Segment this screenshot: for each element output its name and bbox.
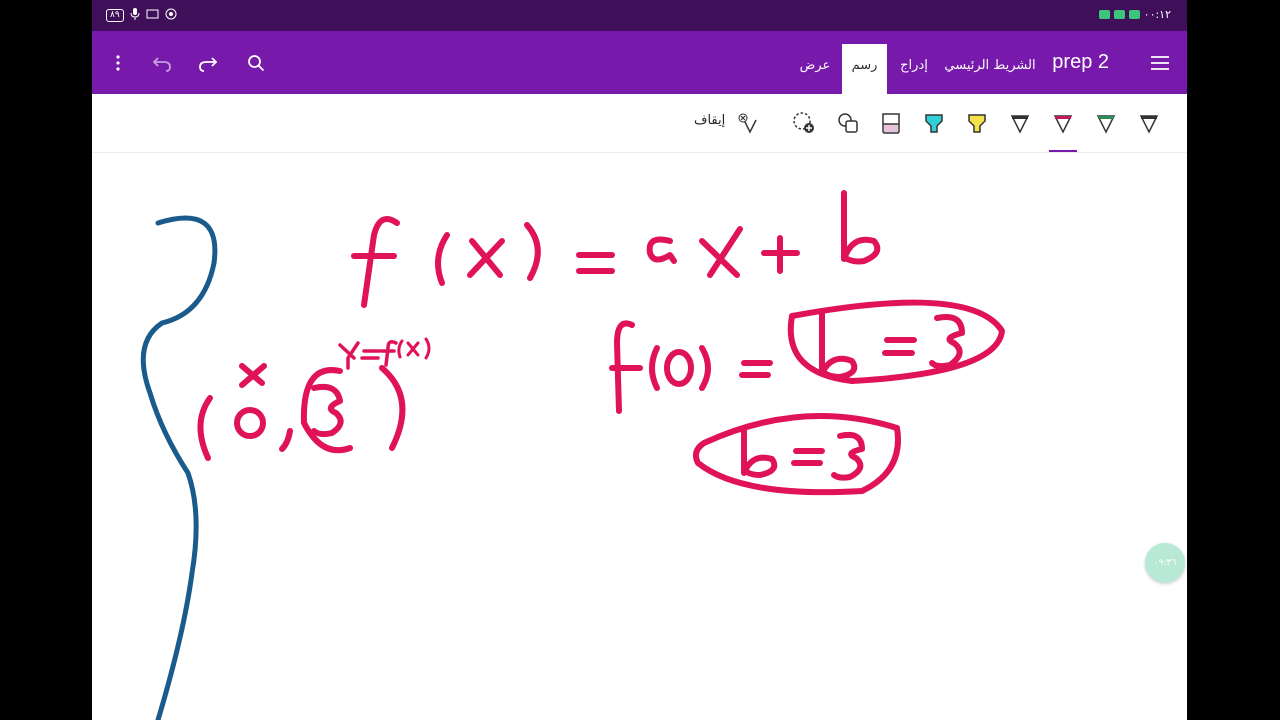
more-options-icon[interactable] <box>106 51 130 75</box>
highlighter-cyan-icon[interactable] <box>919 108 949 138</box>
draw-toolbar: إيقاف <box>92 94 1187 153</box>
pen-green-icon[interactable] <box>1091 108 1121 138</box>
menu-icon[interactable] <box>1148 51 1172 75</box>
floating-timer-button[interactable]: ٠٩:٣٦ <box>1145 543 1185 583</box>
ink-curly-bracket <box>140 215 218 720</box>
ink-equation-b3 <box>693 413 901 496</box>
battery-indicator: ٨٩ <box>106 9 124 22</box>
search-icon[interactable] <box>244 51 268 75</box>
tab-insert[interactable]: إدراج <box>890 44 938 94</box>
ink-equation-f0 <box>609 299 1005 414</box>
tab-view[interactable]: عرض <box>790 44 840 94</box>
pen-black-icon[interactable] <box>1005 108 1035 138</box>
undo-icon[interactable] <box>150 51 174 75</box>
notification-app-icon <box>1113 10 1125 19</box>
cast-icon <box>146 9 159 23</box>
highlighter-yellow-icon[interactable] <box>962 108 992 138</box>
status-left: ٨٩ <box>106 8 177 23</box>
hotspot-icon <box>165 8 177 23</box>
selected-tool-indicator <box>1049 150 1077 152</box>
eraser-icon[interactable] <box>876 108 906 138</box>
status-right: ٠٠:١٢ <box>1098 8 1171 21</box>
notification-app-icon <box>1128 10 1140 19</box>
ink-equation-fx <box>351 190 881 308</box>
notification-app-icon <box>1098 10 1110 19</box>
shapes-icon[interactable] <box>833 108 863 138</box>
mic-icon <box>130 8 140 23</box>
lasso-add-icon[interactable] <box>789 108 819 138</box>
notebook-title: prep 2 <box>1052 51 1109 73</box>
tab-draw[interactable]: رسم <box>842 44 887 94</box>
tablet-screen: ٨٩ ٠٠:١٢ عرض رسم إدراج الشريط الرئيسي pr… <box>92 0 1187 720</box>
app-bar: عرض رسم إدراج الشريط الرئيسي prep 2 <box>92 31 1187 94</box>
ink-canvas[interactable] <box>92 153 1187 720</box>
status-bar: ٨٩ ٠٠:١٢ <box>92 0 1187 31</box>
stop-label[interactable]: إيقاف <box>694 113 725 128</box>
stop-drawing-icon[interactable] <box>732 108 762 138</box>
redo-icon[interactable] <box>196 51 220 75</box>
clock: ٠٠:١٢ <box>1143 8 1171 21</box>
tab-home[interactable]: الشريط الرئيسي <box>944 44 1036 94</box>
pen-dark-icon[interactable] <box>1134 108 1164 138</box>
pen-magenta-icon[interactable] <box>1048 108 1078 138</box>
ink-point-0-3 <box>197 337 431 461</box>
